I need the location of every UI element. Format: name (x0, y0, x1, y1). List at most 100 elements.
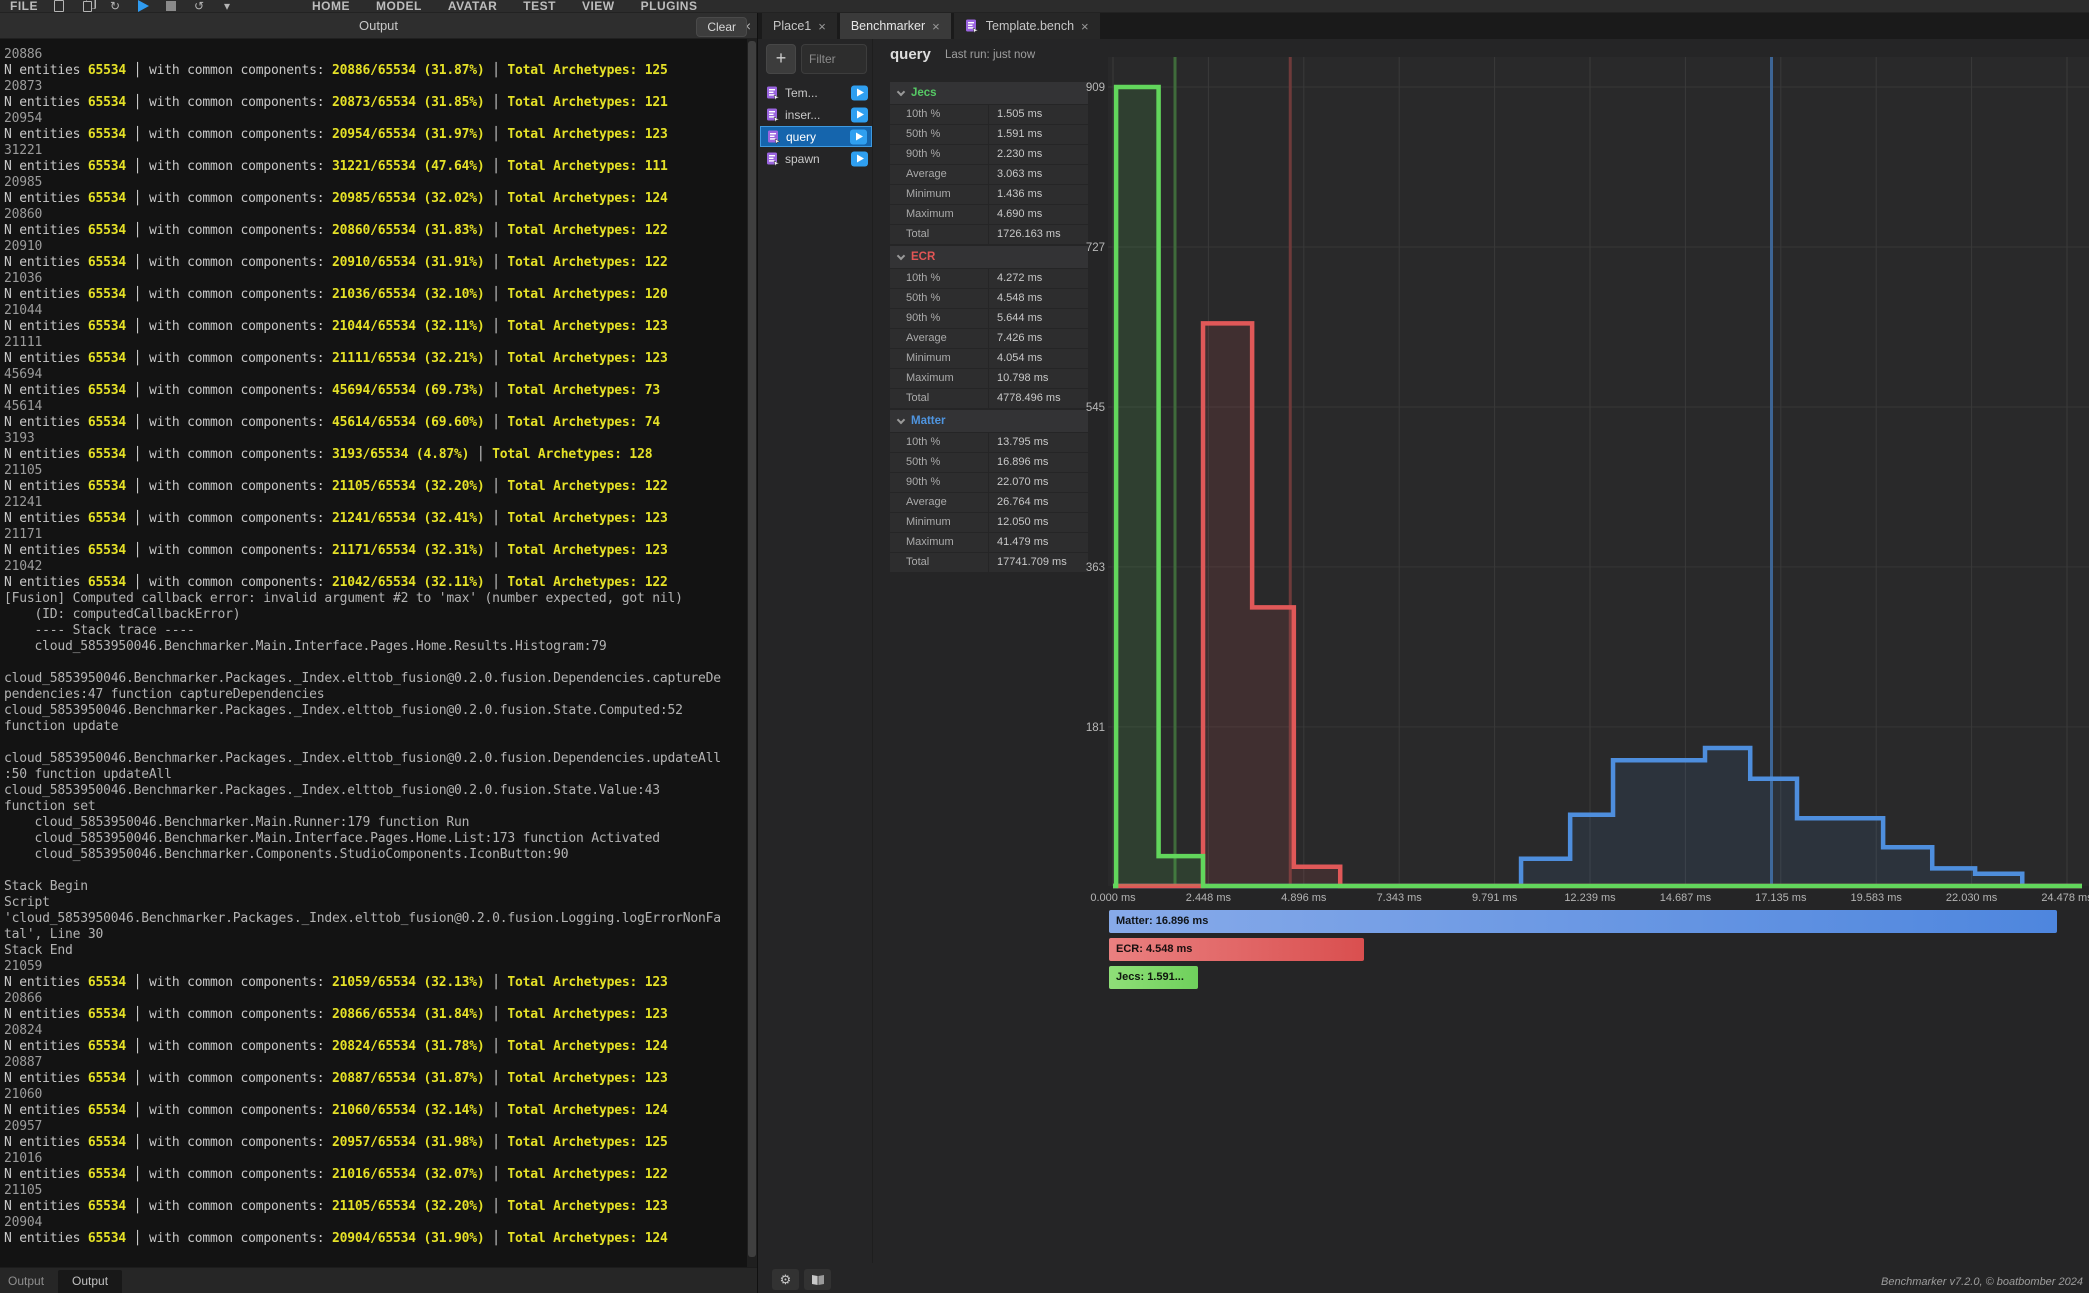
stat-row-value: 4.054 ms (989, 349, 1088, 368)
undo-icon[interactable]: ↺ (192, 0, 206, 13)
console-line: 21241 (4, 495, 747, 511)
menu-home[interactable]: HOME (312, 0, 350, 13)
stat-row-label: Average (890, 329, 988, 348)
close-icon[interactable]: × (818, 19, 826, 34)
console-line: 20910 (4, 239, 747, 255)
stat-row-value: 1.591 ms (989, 125, 1088, 144)
run-benchmark-button[interactable] (851, 107, 868, 122)
console-line: N entities 65534 │ with common component… (4, 1039, 747, 1055)
stat-row-label: 50th % (890, 125, 988, 144)
console-line: N entities 65534 │ with common component… (4, 63, 747, 79)
copy-icon[interactable] (80, 0, 94, 13)
script-icon (766, 86, 780, 100)
stat-row-value: 17741.709 ms (989, 553, 1088, 572)
console-line: 21105 (4, 1183, 747, 1199)
x-axis-label: 19.583 ms (1851, 892, 1903, 904)
menu-view[interactable]: VIEW (582, 0, 615, 13)
console-line: function update (4, 719, 747, 735)
stat-group-name: Matter (911, 415, 946, 427)
stat-row-label: 50th % (890, 289, 988, 308)
stat-row-label: Total (890, 553, 988, 572)
stat-row-label: 10th % (890, 433, 988, 452)
stat-row-value: 3.063 ms (989, 165, 1088, 184)
y-axis-label: 727 (1086, 242, 1105, 254)
document-tab-bar: Place1×Benchmarker×Template.bench× (758, 13, 2089, 39)
console-line: Script (4, 895, 747, 911)
clear-button[interactable]: Clear (696, 17, 747, 37)
console-line: N entities 65534 │ with common component… (4, 1199, 747, 1215)
console-line: cloud_5853950046.Benchmarker.Main.Runner… (4, 815, 747, 831)
benchmarker-plugin: + Tem...inser...queryspawn query Last ru… (758, 39, 2089, 1293)
console-line: cloud_5853950046.Benchmarker.Packages._I… (4, 751, 747, 767)
stat-group-header-jecs[interactable]: Jecs (890, 82, 1088, 104)
chevron-down-icon (897, 252, 905, 260)
chart-legend: Matter: 16.896 msECR: 4.548 msJecs: 1.59… (1109, 910, 2057, 994)
y-axis-label: 909 (1086, 82, 1105, 94)
stat-row-label: Minimum (890, 513, 988, 532)
stat-row-value: 1.436 ms (989, 185, 1088, 204)
redo-icon[interactable]: ↻ (108, 0, 122, 13)
play-icon[interactable] (136, 0, 150, 13)
console-line: 31221 (4, 143, 747, 159)
stop-icon[interactable] (164, 0, 178, 13)
close-icon[interactable]: × (932, 19, 940, 34)
editor-region: Place1×Benchmarker×Template.bench× + Tem… (758, 13, 2089, 1293)
docs-button[interactable] (804, 1269, 831, 1290)
console-line: 21171 (4, 527, 747, 543)
stat-row-label: Maximum (890, 369, 988, 388)
chevron-down-icon (897, 88, 905, 96)
console-line: 21060 (4, 1087, 747, 1103)
stat-group-header-ecr[interactable]: ECR (890, 246, 1088, 268)
scrollbar-thumb[interactable] (748, 41, 756, 1257)
paste-icon[interactable] (52, 0, 66, 13)
console-line: function set (4, 799, 747, 815)
tab-template-bench[interactable]: Template.bench× (954, 13, 1100, 39)
x-axis-label: 0.000 ms (1090, 892, 1136, 904)
run-benchmark-button[interactable] (851, 85, 868, 100)
menu-file[interactable]: FILE (10, 0, 38, 13)
stat-row-value: 16.896 ms (989, 453, 1088, 472)
console-line: N entities 65534 │ with common component… (4, 351, 747, 367)
console-line: 20887 (4, 1055, 747, 1071)
run-benchmark-button[interactable] (850, 129, 867, 144)
tab-place1[interactable]: Place1× (762, 13, 837, 39)
x-axis-label: 17.135 ms (1755, 892, 1807, 904)
filter-input[interactable] (801, 44, 867, 74)
chevron-down-icon (897, 416, 905, 424)
benchmark-item-tem[interactable]: Tem... (760, 82, 872, 103)
output-scrollbar[interactable] (747, 39, 757, 1267)
benchmark-item-inser[interactable]: inser... (760, 104, 872, 125)
play-icon (856, 133, 863, 141)
menu-avatar[interactable]: AVATAR (448, 0, 497, 13)
tab-benchmarker[interactable]: Benchmarker × (840, 13, 951, 39)
stat-row-value: 1726.163 ms (989, 225, 1088, 244)
tab-label: Benchmarker (851, 19, 925, 33)
console-line: 21036 (4, 271, 747, 287)
settings-button[interactable]: ⚙ (772, 1269, 799, 1290)
console-line: cloud_5853950046.Benchmarker.Main.Interf… (4, 831, 747, 847)
console-line: N entities 65534 │ with common component… (4, 223, 747, 239)
menu-model[interactable]: MODEL (376, 0, 422, 13)
stat-row-label: Total (890, 389, 988, 408)
run-benchmark-button[interactable] (851, 151, 868, 166)
x-axis-label: 12.239 ms (1564, 892, 1616, 904)
benchmark-item-label: inser... (785, 108, 820, 122)
console-line: 20860 (4, 207, 747, 223)
output-bottom-tab[interactable]: Output (58, 1270, 122, 1293)
console-line: N entities 65534 │ with common component… (4, 159, 747, 175)
stat-row-value: 4.690 ms (989, 205, 1088, 224)
console-line: N entities 65534 │ with common component… (4, 127, 747, 143)
console-line: N entities 65534 │ with common component… (4, 447, 747, 463)
console-line: 20824 (4, 1023, 747, 1039)
benchmark-last-run: Last run: just now (945, 49, 1035, 61)
stat-group-header-matter[interactable]: Matter (890, 410, 1088, 432)
benchmark-item-spawn[interactable]: spawn (760, 148, 872, 169)
console-line: ---- Stack trace ---- (4, 623, 747, 639)
menu-test[interactable]: TEST (523, 0, 556, 13)
console-line: 20957 (4, 1119, 747, 1135)
caret-down-icon[interactable]: ▾ (220, 0, 234, 13)
benchmark-item-query[interactable]: query (760, 126, 872, 147)
add-benchmark-button[interactable]: + (766, 44, 796, 74)
menu-plugins[interactable]: PLUGINS (641, 0, 698, 13)
close-icon[interactable]: × (1081, 19, 1089, 34)
